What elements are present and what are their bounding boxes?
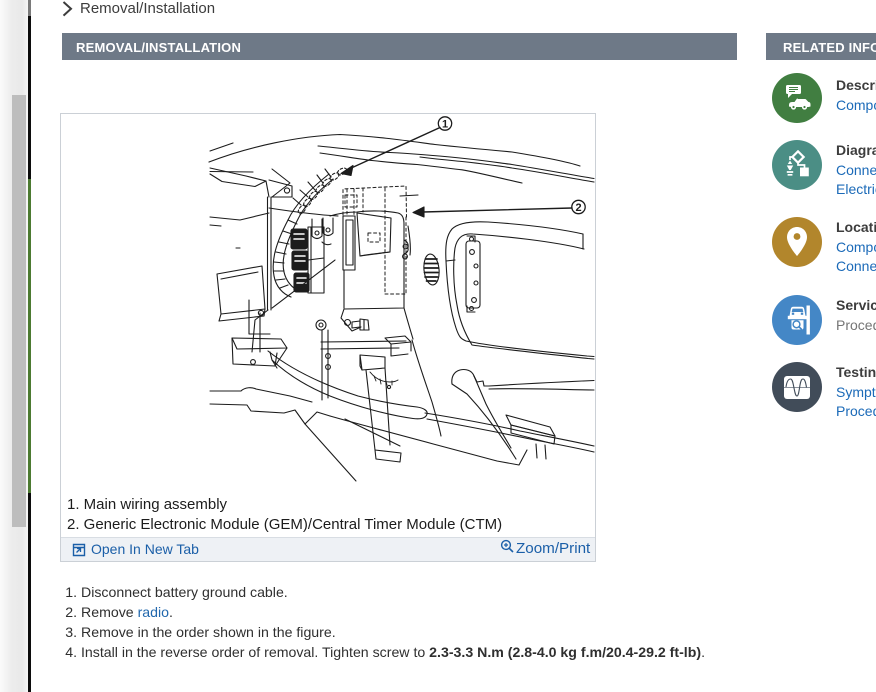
svg-text:2: 2: [575, 202, 581, 214]
svg-text:1: 1: [442, 119, 448, 131]
